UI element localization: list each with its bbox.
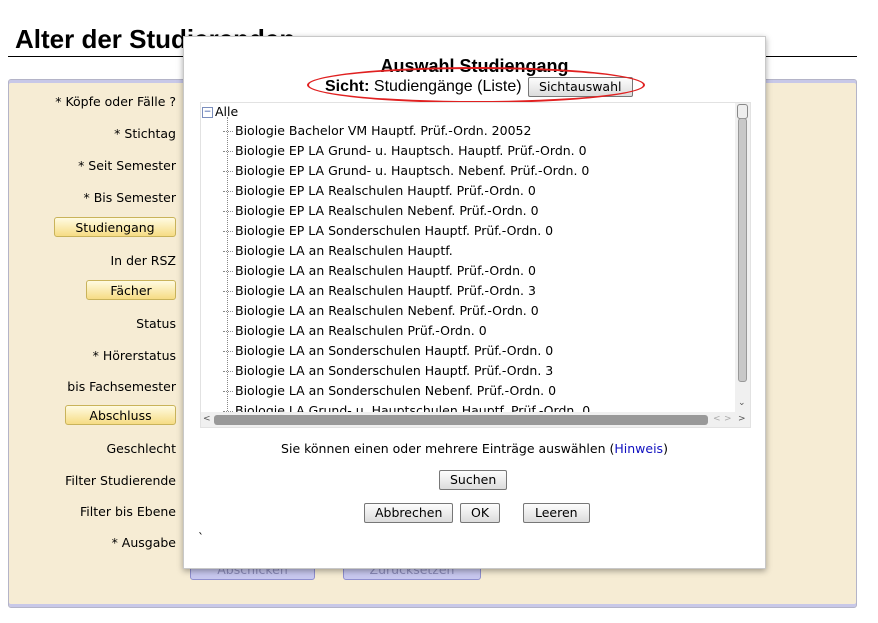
- vertical-scroll-thumb[interactable]: [737, 104, 748, 119]
- tree-item-label[interactable]: Biologie EP LA Realschulen Hauptf. Prüf.…: [235, 183, 536, 198]
- tree-branch-line: [223, 371, 233, 372]
- tree-branch-line: [223, 351, 233, 352]
- cancel-button[interactable]: Abbrechen: [364, 503, 454, 523]
- tree-branch-line: [223, 131, 233, 132]
- tree-branch-line: [223, 171, 233, 172]
- tree-item[interactable]: Biologie LA an Realschulen Hauptf.: [223, 241, 453, 261]
- tree-root[interactable]: − Alle: [202, 104, 238, 119]
- tree-branch-line: [223, 311, 233, 312]
- tree-item[interactable]: Biologie Bachelor VM Hauptf. Prüf.-Ordn.…: [223, 121, 531, 141]
- scroll-down-icon[interactable]: ⌄: [738, 398, 746, 408]
- subjects-button[interactable]: Fächer: [86, 280, 176, 300]
- tree-branch-line: [223, 331, 233, 332]
- tree-item[interactable]: Biologie LA an Realschulen Hauptf. Prüf.…: [223, 261, 536, 281]
- stray-mark: `: [198, 531, 204, 545]
- label-filter-until-level: Filter bis Ebene: [80, 504, 176, 519]
- tree-item[interactable]: Biologie EP LA Grund- u. Hauptsch. Neben…: [223, 161, 589, 181]
- tree-item-label[interactable]: Biologie LA an Sonderschulen Hauptf. Prü…: [235, 363, 553, 378]
- tree-branch-line: [223, 271, 233, 272]
- view-value: Studiengänge (Liste): [373, 78, 522, 95]
- tree-item-label[interactable]: Biologie LA an Realschulen Hauptf. Prüf.…: [235, 283, 536, 298]
- label-listener-status: * Hörerstatus: [92, 348, 176, 363]
- tree-item-label[interactable]: Biologie LA an Realschulen Prüf.-Ordn. 0: [235, 323, 487, 338]
- tree-branch-line: [223, 211, 233, 212]
- tree-branch-line: [223, 191, 233, 192]
- tree-item[interactable]: Biologie LA an Sonderschulen Hauptf. Prü…: [223, 361, 553, 381]
- search-button[interactable]: Suchen: [439, 470, 508, 490]
- dialog-title: Auswahl Studiengang: [380, 56, 569, 76]
- hint-suffix: ): [663, 441, 668, 456]
- tree-item-label[interactable]: Biologie LA an Realschulen Hauptf. Prüf.…: [235, 263, 536, 278]
- scroll-left-icon[interactable]: <: [203, 414, 211, 424]
- vertical-scrollbar[interactable]: ⌃ ⌄: [735, 103, 750, 412]
- tree-item[interactable]: Biologie EP LA Realschulen Hauptf. Prüf.…: [223, 181, 536, 201]
- label-filter-students: Filter Studierende: [65, 473, 176, 488]
- tree-item-label[interactable]: Biologie EP LA Sonderschulen Hauptf. Prü…: [235, 223, 553, 238]
- tree-branch-line: [223, 291, 233, 292]
- view-row: Sicht: Studiengänge (Liste) Sichtauswahl: [325, 77, 633, 99]
- collapse-icon[interactable]: −: [202, 107, 213, 118]
- label-since-semester: * Seit Semester: [78, 158, 176, 173]
- tree-item-label[interactable]: Biologie EP LA Grund- u. Hauptsch. Haupt…: [235, 143, 587, 158]
- course-selection-dialog: Auswahl Studiengang Sicht: Studiengänge …: [183, 36, 766, 569]
- course-of-study-button[interactable]: Studiengang: [54, 217, 176, 237]
- scroll-left-end-icon[interactable]: <: [713, 414, 721, 424]
- label-status: Status: [136, 316, 176, 331]
- course-tree[interactable]: − Alle Biologie Bachelor VM Hauptf. Prüf.…: [200, 102, 751, 428]
- label-reference-date: * Stichtag: [114, 126, 176, 141]
- tree-item-label[interactable]: Biologie EP LA Realschulen Nebenf. Prüf.…: [235, 203, 539, 218]
- tree-item-label[interactable]: Biologie Bachelor VM Hauptf. Prüf.-Ordn.…: [235, 123, 531, 138]
- tree-item-label[interactable]: Biologie LA an Realschulen Hauptf.: [235, 243, 453, 258]
- tree-item[interactable]: Biologie LA an Sonderschulen Nebenf. Prü…: [223, 381, 556, 401]
- label-until-subject-semester: bis Fachsemester: [67, 379, 176, 394]
- tree-item[interactable]: Biologie LA an Realschulen Prüf.-Ordn. 0: [223, 321, 487, 341]
- tree-branch-line: [223, 231, 233, 232]
- ok-button[interactable]: OK: [460, 503, 501, 523]
- tree-item[interactable]: Biologie EP LA Realschulen Nebenf. Prüf.…: [223, 201, 539, 221]
- vertical-scroll-track-fill: [738, 118, 747, 382]
- tree-item[interactable]: Biologie LA an Sonderschulen Hauptf. Prü…: [223, 341, 553, 361]
- degree-button[interactable]: Abschluss: [65, 405, 176, 425]
- tree-item-label[interactable]: Biologie LA an Realschulen Nebenf. Prüf.…: [235, 303, 539, 318]
- label-count-mode: * Köpfe oder Fälle ?: [55, 94, 176, 109]
- horizontal-scrollbar[interactable]: < < > >: [201, 412, 750, 427]
- label-in-rsz: In der RSZ: [110, 253, 176, 268]
- clear-button[interactable]: Leeren: [523, 503, 590, 523]
- horizontal-scroll-thumb[interactable]: [214, 415, 708, 425]
- tree-item-label[interactable]: Biologie LA an Sonderschulen Nebenf. Prü…: [235, 383, 556, 398]
- view-label: Sicht:: [325, 78, 370, 95]
- label-output: * Ausgabe: [111, 535, 176, 550]
- tree-item[interactable]: Biologie LA an Realschulen Hauptf. Prüf.…: [223, 281, 536, 301]
- label-gender: Geschlecht: [106, 441, 176, 456]
- tree-branch-line: [223, 151, 233, 152]
- tree-item[interactable]: Biologie EP LA Sonderschulen Hauptf. Prü…: [223, 221, 553, 241]
- hint-prefix: Sie können einen oder mehrere Einträge a…: [281, 441, 615, 456]
- tree-branch-line: [223, 391, 233, 392]
- view-select-button[interactable]: Sichtauswahl: [528, 77, 633, 97]
- tree-item[interactable]: Biologie EP LA Grund- u. Hauptsch. Haupt…: [223, 141, 587, 161]
- scroll-right-end-icon[interactable]: >: [724, 414, 732, 424]
- tree-item[interactable]: Biologie LA an Realschulen Nebenf. Prüf.…: [223, 301, 539, 321]
- label-until-semester: * Bis Semester: [83, 190, 177, 205]
- hint-link[interactable]: Hinweis: [614, 441, 663, 456]
- selection-hint: Sie können einen oder mehrere Einträge a…: [184, 441, 765, 456]
- tree-item-label[interactable]: Biologie LA an Sonderschulen Hauptf. Prü…: [235, 343, 553, 358]
- scroll-right-icon[interactable]: >: [738, 414, 746, 424]
- tree-branch-line: [223, 251, 233, 252]
- tree-item-label[interactable]: Biologie EP LA Grund- u. Hauptsch. Neben…: [235, 163, 589, 178]
